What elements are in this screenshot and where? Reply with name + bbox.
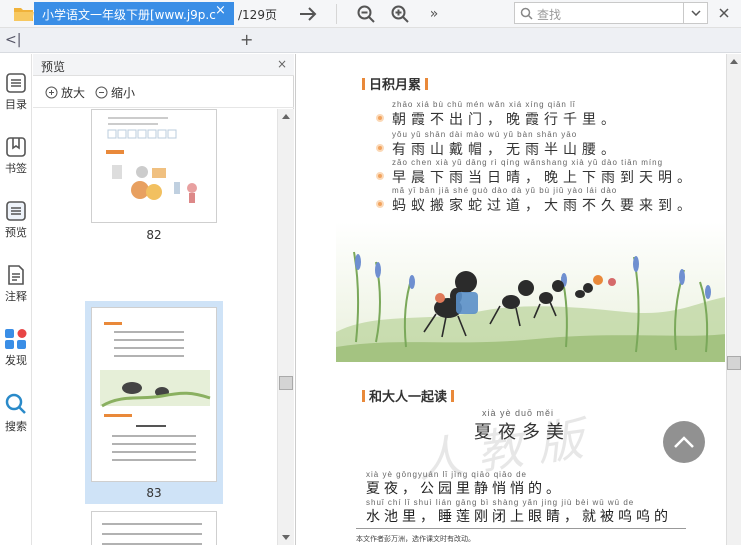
tab-bar	[0, 28, 741, 53]
bookmark-icon	[6, 137, 26, 157]
section-title-ri-ji-yue-lei: 日积月累	[358, 74, 432, 93]
search-dropdown-icon[interactable]	[684, 2, 708, 24]
preview-title: 预览	[41, 60, 66, 74]
poem-title-pinyin: xià yè duō měi	[482, 408, 555, 418]
saying-line-3: 早晨下雨当日晴，晚上下雨到天明。	[392, 170, 696, 186]
saying-line-4: 蚂蚁搬家蛇过道，大雨不久要来到。	[392, 198, 696, 214]
zoom-out-icon[interactable]	[354, 2, 378, 26]
tab-document[interactable]: 小学语文一年级下册[www.j9p.c	[34, 2, 234, 25]
scroll-up-icon[interactable]	[282, 113, 290, 119]
zoom-in-label: 放大	[61, 86, 86, 100]
poem-paragraph-2: 水池里，睡莲刚闭上眼睛，就被呜呜的	[366, 509, 672, 525]
next-page-icon[interactable]	[296, 2, 320, 26]
doc-scroll-thumb[interactable]	[727, 356, 741, 370]
tab-close-icon[interactable]: ×	[215, 3, 226, 18]
thumbnail-scroll-thumb[interactable]	[279, 376, 293, 390]
thumbnail-page-82[interactable]	[91, 109, 217, 223]
nav-discover[interactable]: 发现	[0, 328, 32, 368]
nav-label: 书签	[5, 162, 27, 175]
thumbnail-label-82: 82	[146, 228, 162, 242]
doc-scroll-up-icon[interactable]	[730, 58, 738, 64]
pinyin-line-1: zhāo xiá bù chū mén wǎn xiá xíng qiān lǐ	[392, 100, 576, 109]
zoom-in-icon[interactable]	[388, 2, 412, 26]
document-page: 日积月累 zhāo xiá bù chū mén wǎn xiá xíng qi…	[295, 54, 725, 545]
nav-label: 搜索	[5, 420, 27, 433]
preview-header: 预览 ×	[33, 54, 294, 76]
thumbnail-page-84[interactable]	[91, 511, 217, 545]
search-input[interactable]: 查找	[537, 6, 561, 23]
thumbnail-scrollbar[interactable]	[277, 109, 294, 545]
thumbnail-label-83: 83	[146, 486, 162, 500]
nav-label: 预览	[5, 226, 27, 239]
nav-search[interactable]: 搜索	[0, 392, 32, 434]
search-icon	[520, 7, 533, 20]
nav-toc[interactable]: 目录	[0, 72, 32, 112]
section-title-read-with-adults: 和大人一起读	[358, 386, 458, 405]
saying-line-1: 朝霞不出门，晚霞行千里。	[392, 112, 620, 128]
pinyin-line-4: mǎ yǐ bān jiā shé guò dào dà yǔ bù jiǔ y…	[392, 186, 618, 195]
new-tab-icon[interactable]: +	[240, 30, 253, 49]
footnote: 本文作者彭万洲，选作课文时有改动。	[356, 535, 475, 543]
bullet-1	[376, 114, 384, 122]
search-nav-icon	[5, 393, 26, 414]
saying-line-2: 有雨山戴帽，无雨半山腰。	[392, 142, 620, 158]
ants-illustration	[336, 222, 725, 362]
search-box[interactable]: 查找	[514, 2, 684, 24]
poem-paragraph-1: 夏夜，公园里静悄悄的。	[366, 481, 564, 497]
back-to-top-button[interactable]	[663, 421, 705, 463]
tab-label: 小学语文一年级下册[www.j9p.c	[42, 8, 216, 22]
nav-bookmarks[interactable]: 书签	[0, 136, 32, 176]
zoom-out-label: 缩小	[111, 86, 136, 100]
thumb-zoom-out-button[interactable]: 缩小	[95, 84, 135, 101]
toc-icon	[6, 73, 26, 93]
open-folder-icon[interactable]	[12, 2, 36, 26]
document-scrollbar[interactable]	[726, 54, 741, 545]
nav-preview[interactable]: 预览	[0, 200, 32, 240]
bullet-3	[376, 172, 384, 180]
thumb-zoom-in-button[interactable]: 放大	[45, 84, 85, 101]
document-view: 日积月累 zhāo xiá bù chū mén wǎn xiá xíng qi…	[295, 54, 725, 545]
scroll-down-icon[interactable]	[282, 535, 290, 541]
chevron-up-icon	[674, 436, 694, 448]
preview-panel: 预览 × 放大 缩小 82 83	[33, 54, 294, 545]
preview-zoom-row: 放大 缩小	[33, 76, 294, 108]
pinyin-line-2: yǒu yǔ shān dài mào wú yǔ bàn shān yāo	[392, 130, 578, 139]
discover-icon	[5, 329, 27, 349]
footnote-divider	[356, 528, 686, 529]
pinyin-line-3: zǎo chen xià yǔ dāng rì qíng wǎnshang xi…	[392, 158, 664, 167]
thumbnail-list: 82 83	[33, 109, 277, 545]
page-total: /129页	[238, 8, 277, 22]
preview-close-icon[interactable]: ×	[277, 57, 287, 71]
nav-label: 目录	[5, 98, 27, 111]
zoom-out-icon	[95, 86, 108, 99]
left-nav: 目录 书签 预览 注释 发现 搜索	[0, 54, 32, 545]
poem-title: 夏夜多美	[474, 422, 570, 443]
zoom-in-icon	[45, 86, 58, 99]
nav-annotations[interactable]: 注释	[0, 264, 32, 304]
preview-icon	[6, 201, 26, 221]
annotation-icon	[8, 265, 24, 285]
close-window-icon[interactable]	[712, 2, 736, 24]
more-tools-icon[interactable]: »	[422, 2, 446, 26]
nav-label: 发现	[5, 354, 27, 367]
bullet-2	[376, 144, 384, 152]
bullet-4	[376, 200, 384, 208]
collapse-sidebar-icon[interactable]: <|	[5, 32, 21, 48]
nav-label: 注释	[5, 290, 27, 303]
thumbnail-page-83[interactable]	[91, 307, 217, 482]
